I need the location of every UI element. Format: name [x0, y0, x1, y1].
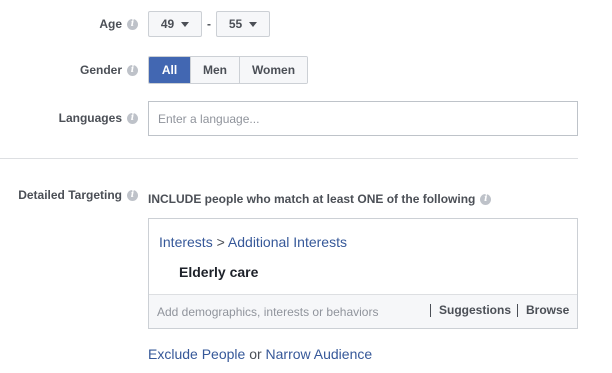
age-min-select[interactable]: 49 [148, 11, 202, 37]
browse-button[interactable]: Browse [517, 304, 569, 317]
selected-interest-item[interactable]: Elderly care [179, 264, 258, 280]
gender-women-button[interactable]: Women [239, 57, 307, 83]
age-separator: - [207, 17, 211, 31]
info-icon[interactable]: i [480, 193, 492, 205]
chevron-down-icon [181, 22, 190, 27]
breadcrumb-additional-interests-link[interactable]: Additional Interests [228, 234, 347, 250]
targeting-box: Interests > Additional Interests Elderly… [148, 218, 578, 329]
gender-label: Gender i [80, 63, 138, 77]
info-icon[interactable]: i [127, 189, 138, 201]
gender-segmented-control: All Men Women [148, 56, 308, 84]
breadcrumb: Interests > Additional Interests [159, 234, 347, 250]
chevron-down-icon [249, 22, 258, 27]
targeting-search-bar: Add demographics, interests or behaviors… [149, 294, 577, 328]
info-icon[interactable]: i [127, 18, 138, 30]
include-description: INCLUDE people who match at least ONE of… [148, 192, 492, 206]
narrow-audience-link[interactable]: Narrow Audience [266, 346, 373, 362]
language-input[interactable]: Enter a language... [148, 101, 578, 136]
gender-men-button[interactable]: Men [190, 57, 239, 83]
age-label: Age i [99, 17, 138, 31]
languages-label: Languages i [59, 111, 138, 125]
gender-all-button[interactable]: All [149, 57, 190, 83]
targeting-search-input[interactable]: Add demographics, interests or behaviors [157, 305, 378, 319]
section-divider [0, 158, 578, 159]
detailed-targeting-label: Detailed Targeting i [18, 188, 138, 202]
info-icon[interactable]: i [127, 112, 138, 124]
exclude-narrow-links: Exclude People or Narrow Audience [148, 346, 372, 362]
exclude-people-link[interactable]: Exclude People [148, 346, 245, 362]
breadcrumb-interests-link[interactable]: Interests [159, 234, 213, 250]
suggestions-button[interactable]: Suggestions [430, 304, 511, 317]
info-icon[interactable]: i [127, 64, 138, 76]
or-text: or [249, 346, 262, 362]
age-max-select[interactable]: 55 [216, 11, 270, 37]
breadcrumb-separator: > [216, 234, 225, 250]
